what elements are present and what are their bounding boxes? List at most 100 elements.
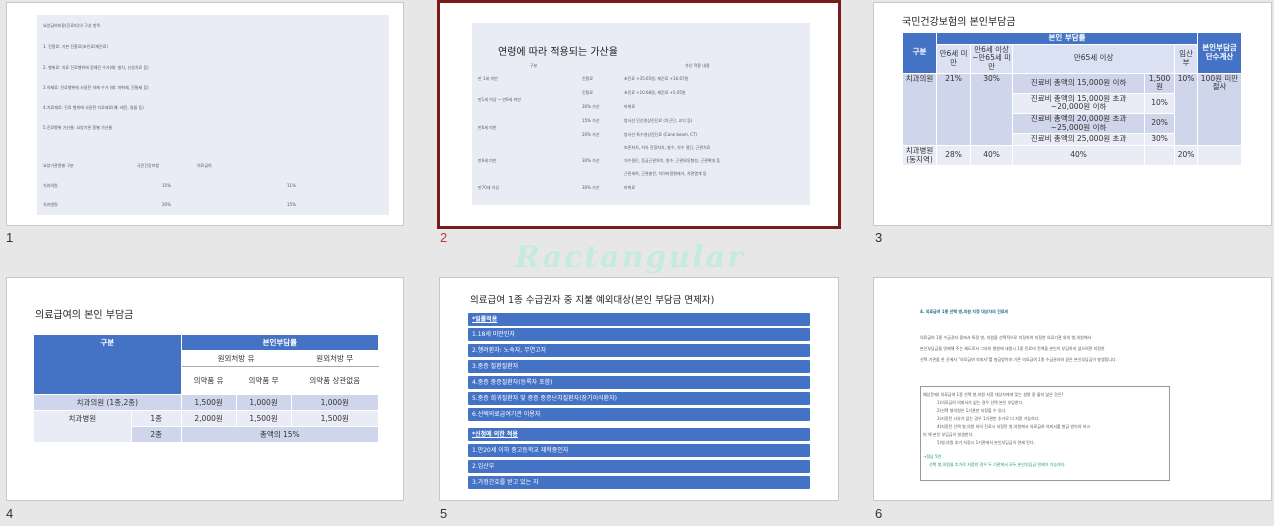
header-copay: 본인부담률 [180, 334, 380, 351]
table-header-cell: 요양기관종별 구분 [43, 163, 74, 168]
table-cell: 치과병원 [43, 202, 58, 207]
table-cell: 보존처치, 치아 진정처치, 발수, 치수 절단, 근관치료 [624, 145, 711, 150]
subheader: 원외처방 무 [290, 350, 379, 367]
table-cell: 초진료 +35.65원, 재진료 +16.67원 [624, 76, 689, 81]
table-cell: 1,500원 [290, 410, 379, 427]
box-line: 미 해 본인 부담금이 발생한다. [923, 432, 974, 437]
slide-2-content: 연령에 따라 적용되는 가산율 구분 가산 적용 내용 만 1세 미만 진찰료 … [440, 3, 838, 226]
slide-number: 1 [6, 230, 14, 245]
table-cell: 방사선 특수영상진단료 (Cone beam, CT) [624, 132, 698, 137]
row-label: 2종 [130, 426, 182, 443]
header-category: 구분 [33, 334, 182, 395]
table-cell: 100원 미만 절사 [1197, 72, 1242, 146]
slide-number: 2 [440, 230, 448, 245]
slide-1-line: 1. 진찰료: 기본 진찰료(초진료/재진료) [43, 44, 108, 49]
table-header-cell: 의료급여 [197, 163, 212, 168]
table-cell: 30% [1144, 133, 1176, 146]
table-cell: 40% [1012, 144, 1146, 167]
slide-3-content: 국민건강보험의 본인부담금 구분 본인 부담률 본인부담금 단수계산 만6세 미… [874, 3, 1271, 225]
table-header-cell: 가산 적용 내용 [685, 63, 710, 68]
header-copay: 본인 부담률 [936, 32, 1198, 45]
table-cell [1144, 144, 1176, 167]
watermark: Ractangular [515, 240, 745, 275]
row-label: 치과병원 (동지역) [902, 144, 937, 167]
table-cell: 28% [935, 144, 972, 167]
box-line: 예상문제) 의료급여 1종 선택 병,의원 지정 대상자에게 맞는 설명 중 옳… [923, 392, 1064, 397]
slide-1-content: 요양급여비용(진료비)의 구성 항목 1. 진찰료: 기본 진찰료(초진료/재진… [7, 3, 403, 225]
slide-thumbnail-3[interactable]: 국민건강보험의 본인부담금 구분 본인 부담률 본인부담금 단수계산 만6세 미… [873, 2, 1272, 226]
table-cell: 20% 가산 [582, 132, 600, 137]
exemption-item: *신청에 의한 적용 [468, 428, 810, 441]
slide-number: 5 [440, 506, 448, 521]
exemption-item: 1.만20세 이하 중고등학교 재학중인자 [468, 444, 810, 457]
table-cell: 진찰료 [582, 90, 594, 95]
slide-heading: 4. 의료급여 1종 선택 병,의원 지정 대상자의 진료비 [920, 309, 1009, 314]
table-cell: 20% [1174, 144, 1198, 167]
table-cell: 2,000원 [180, 410, 237, 427]
table-cell: 1,500원 [1144, 72, 1176, 94]
exemption-item: 5.중증 희귀질환자 및 중증 중증난치질환자(장기이식환자) [468, 392, 810, 405]
table-cell: 15% 가산 [582, 118, 600, 123]
subheader: 원외처방 유 [180, 350, 292, 367]
table-cell: 진찰료 [582, 76, 594, 81]
box-line: 3)지정된 사유가 없는 경우 1기관만 추가로 더 지정 가능하다. [937, 416, 1040, 421]
table-cell: 21% [935, 72, 972, 146]
table-cell: 30% 가산 [582, 158, 600, 163]
slide-number: 6 [875, 506, 883, 521]
table-cell: 1,000원 [290, 394, 379, 411]
exemption-item: 2.임산부 [468, 460, 810, 473]
row-label: 치과의원 (1종,2종) [33, 394, 182, 411]
exemption-item: 3.가정간호를 받고 있는 자 [468, 476, 810, 489]
slide-number: 4 [6, 506, 14, 521]
table-cell: 1,000원 [235, 394, 292, 411]
row-label: 1종 [130, 410, 182, 427]
slide-1-line: 3.약제료: 진료행위에 사용된 약제 수가 (예: 마취제, 진통제 등) [43, 85, 149, 90]
table-cell: 만6세 미만 [478, 125, 497, 130]
header-category: 구분 [902, 32, 937, 74]
table-cell: 1,500원 [180, 394, 237, 411]
slide-thumbnail-1[interactable]: 요양급여비용(진료비)의 구성 항목 1. 진찰료: 기본 진찰료(초진료/재진… [6, 2, 404, 226]
table-cell: 진료비 총액의 15,000원 초과 ~20,000원 이하 [1012, 92, 1146, 115]
slide-title: 국민건강보험의 본인부담금 [902, 17, 1016, 28]
table-cell: 30% [970, 72, 1014, 146]
slide-1-line: 4.치료재료: 진료 행위에 사용된 치료재료(예: 레진, 필름 등) [43, 105, 144, 110]
medicaid-copay-table: 구분 본인부담률 원외처방 유 원외처방 무 의약품 유 의약품 무 의약품 상… [33, 334, 380, 443]
slide-thumbnail-2[interactable]: 연령에 따라 적용되는 가산율 구분 가산 적용 내용 만 1세 미만 진찰료 … [437, 0, 841, 229]
slide-title: 연령에 따라 적용되는 가산율 [498, 47, 618, 58]
table-cell: 방사선 단순영상진단료 (치근단, 교익 등) [624, 118, 693, 123]
table-cell: 10% [1144, 92, 1176, 115]
table-cell: 총액의 15% [180, 426, 380, 443]
table-cell: 만1세 이상 ~ 만6세 미만 [478, 97, 521, 102]
table-cell: 20% [1144, 112, 1176, 135]
copay-table: 구분 본인 부담률 본인부담금 단수계산 만6세 미만 만6세 이상~만65세 … [902, 32, 1242, 167]
table-cell: 30% 가산 [582, 185, 600, 190]
table-cell: 15% [287, 202, 296, 207]
box-line: 1)의료급여 의뢰서가 없는 경우 선택 본인 부담한다. [937, 400, 1024, 405]
table-cell: 20% [162, 202, 171, 207]
slide-title: 의료급여 1종 수급권자 중 지불 예외대상(본인 부담금 면제자) [470, 295, 715, 306]
table-cell: 30% 가산 [582, 104, 600, 109]
table-cell: 진료비 총액의 15,000원 이하 [1012, 72, 1146, 94]
slide-1-line: 요양급여비용(진료비)의 구성 항목 [43, 23, 101, 28]
slide-thumbnail-5[interactable]: 의료급여 1종 수급권자 중 지불 예외대상(본인 부담금 면제자) *일률적용… [439, 277, 839, 501]
table-cell: 치수절단, 응급근관처치, 발수, 근관와동형성, 근관확대 등 [624, 158, 721, 163]
subheader: 의약품 유 [180, 366, 237, 395]
table-cell: 40% [970, 144, 1014, 167]
slide-title: 의료급여의 본인 부담금 [35, 310, 134, 321]
slide-thumbnail-6[interactable]: 4. 의료급여 1종 선택 병,의원 지정 대상자의 진료비 의료급여 1종 수… [873, 277, 1272, 501]
paragraph-line: 선택 기관을 한 곳에서 "의료급여 의뢰서"를 발급받아야 기존 의료급여 1… [920, 357, 1117, 362]
slide-thumbnail-4[interactable]: 의료급여의 본인 부담금 구분 본인부담률 원외처방 유 원외처방 무 의약품 … [6, 277, 404, 501]
slide-4-content: 의료급여의 본인 부담금 구분 본인부담률 원외처방 유 원외처방 무 의약품 … [7, 278, 403, 500]
answer-label: →정답 5번 [923, 454, 942, 459]
header-unit: 본인부담금 단수계산 [1197, 32, 1242, 74]
answer-text: 선택 병,의원을 추가로 지정한 경우 두 기관에서 모두 본인부담금 면제가 … [929, 462, 1066, 467]
slide-6-content: 4. 의료급여 1종 선택 병,의원 지정 대상자의 진료비 의료급여 1종 수… [874, 278, 1271, 500]
slide-5-content: 의료급여 1종 수급권자 중 지불 예외대상(본인 부담금 면제자) *일률적용… [440, 278, 838, 500]
table-header-cell: 국민건강보험 [137, 163, 160, 168]
table-header-cell: 구분 [530, 63, 538, 68]
table-cell: 1,500원 [235, 410, 292, 427]
paragraph-line: 의료급여 1종 수급권자 중에서 특정 병, 의원을 선택적으로 지정하여 지정… [920, 335, 1092, 340]
table-cell [1197, 144, 1242, 167]
subheader: 만6세 미만 [935, 43, 972, 74]
exemption-item: *일률적용 [468, 313, 810, 326]
